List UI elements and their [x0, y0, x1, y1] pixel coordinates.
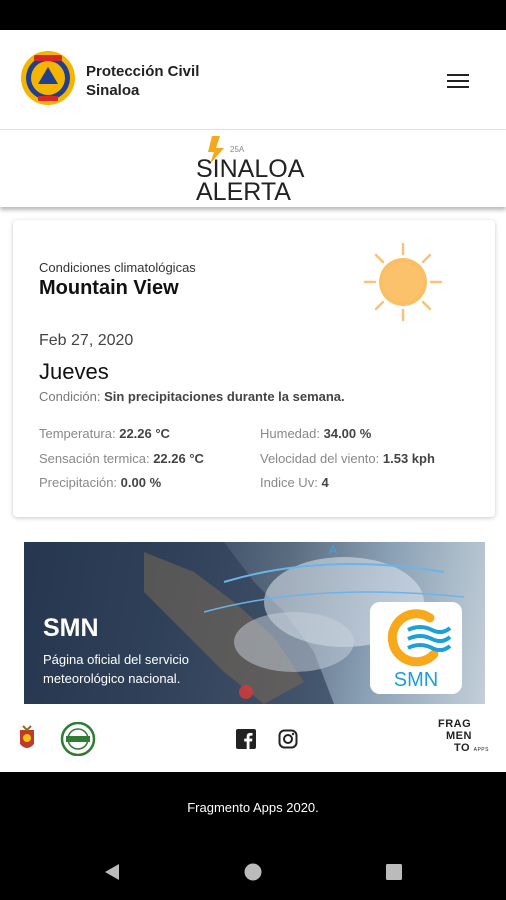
sinaloa-alerta-logo: 25A SINALOA ALERTA — [196, 136, 305, 204]
app-header: Protección Civil Sinaloa — [0, 30, 506, 130]
smn-banner[interactable]: A SMN Página oficial del servicio meteor… — [24, 542, 485, 704]
sinaloa-coat-of-arms-icon[interactable] — [17, 724, 37, 754]
stat-humidity: Humedad: 34.00 % — [260, 426, 372, 441]
smn-logo-icon: SMN — [370, 602, 462, 694]
app-title-line2: Sinaloa — [86, 82, 140, 99]
weather-label: Condiciones climatológicas — [39, 260, 196, 275]
smn-title: SMN — [43, 614, 99, 642]
stat-precipitation: Precipitación: 0.00 % — [39, 475, 162, 490]
hamburger-menu-icon[interactable] — [440, 66, 476, 96]
copyright-bar: Fragmento Apps 2020. — [0, 772, 506, 842]
home-circle-icon[interactable] — [243, 862, 263, 882]
sinaloa-alerta-banner: 25A SINALOA ALERTA — [0, 131, 506, 207]
smn-description: Página oficial del servicio meteorológic… — [43, 652, 189, 686]
instagram-icon[interactable] — [278, 729, 298, 749]
footer-logos: FRAG MEN TO APPS — [0, 716, 506, 772]
back-triangle-icon[interactable] — [102, 862, 122, 882]
svg-text:A: A — [329, 543, 337, 557]
seal-icon[interactable] — [60, 722, 96, 756]
facebook-icon[interactable] — [236, 729, 256, 749]
stat-feels-like: Sensación termica: 22.26 °C — [39, 451, 204, 466]
city-name: Mountain View — [39, 277, 179, 299]
stat-wind-speed: Velocidad del viento: 1.53 kph — [260, 451, 435, 466]
fragmento-apps-logo[interactable]: FRAG MEN TO APPS — [438, 718, 489, 756]
copyright-text: Fragmento Apps 2020. — [187, 800, 319, 815]
svg-text:SMN: SMN — [394, 669, 438, 691]
stat-temperature: Temperatura: 22.26 °C — [39, 426, 170, 441]
status-bar — [0, 0, 506, 30]
weather-date: Feb 27, 2020 — [39, 332, 134, 349]
weather-condition: Condición: Sin precipitaciones durante l… — [39, 389, 345, 404]
brand-text-bottom: ALERTA — [196, 178, 291, 204]
weather-day: Jueves — [39, 359, 109, 384]
weather-card: Condiciones climatológicas Mountain View… — [13, 220, 495, 517]
proteccion-civil-logo-icon — [21, 51, 75, 105]
recents-square-icon[interactable] — [384, 862, 404, 882]
svg-text:25A: 25A — [230, 145, 245, 154]
app-title-line1: Protección Civil — [86, 63, 200, 80]
stat-uv-index: Indice Uv: 4 — [260, 475, 329, 490]
sun-icon — [363, 242, 443, 322]
app-title: Protección Civil Sinaloa — [86, 62, 199, 100]
navigation-bar — [0, 842, 506, 900]
